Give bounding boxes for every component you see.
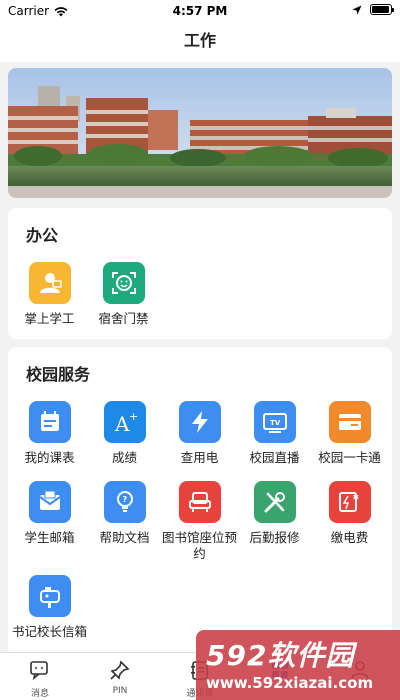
service-campus-live[interactable]: TV 校园直播 [237, 401, 312, 466]
status-right [352, 4, 394, 15]
service-label: 我的课表 [24, 450, 75, 465]
service-label: 校园一卡通 [318, 450, 381, 465]
face-scan-icon [102, 262, 145, 304]
battery-icon [370, 4, 394, 15]
tab-pin[interactable]: PIN [80, 653, 160, 700]
mailbox-icon [28, 575, 71, 617]
office-item-label: 掌上学工 [24, 311, 75, 326]
watermark-overlay: 592软件园 www.592xiazai.com [196, 630, 400, 700]
service-help-docs[interactable]: ? 帮助文档 [87, 481, 162, 546]
bulb-icon: ? [103, 481, 146, 523]
lightning-icon [178, 401, 221, 443]
card-icon [328, 401, 371, 443]
status-bar: Carrier 4:57 PM [0, 0, 400, 22]
location-arrow-icon [352, 5, 362, 14]
service-student-mail[interactable]: 学生邮箱 [12, 481, 87, 546]
office-item-label: 宿舍门禁 [98, 311, 149, 326]
service-electricity[interactable]: 查用电 [162, 401, 237, 466]
svg-text:?: ? [122, 495, 127, 504]
campus-photo [8, 68, 392, 198]
service-label: 书记校长信箱 [12, 624, 88, 639]
service-pay-electricity[interactable]: ¥ 缴电费 [312, 481, 387, 546]
service-campus-card[interactable]: 校园一卡通 [312, 401, 387, 466]
tab-label: 消息 [30, 689, 49, 699]
page-title: 工作 [183, 31, 216, 50]
office-item-dorm-access[interactable]: 宿舍门禁 [86, 262, 161, 327]
service-library-seat[interactable]: 图书馆座位预约 [162, 481, 237, 562]
status-time: 4:57 PM [172, 4, 228, 18]
service-label: 后勤报修 [249, 530, 300, 545]
service-my-schedule[interactable]: 我的课表 [12, 401, 87, 466]
watermark-url: www.592xiazai.com [206, 674, 374, 692]
pay-icon: ¥ [328, 481, 371, 523]
svg-text:A: A [114, 412, 130, 436]
office-item-student-affairs[interactable]: 掌上学工 [12, 262, 87, 327]
chat-icon [30, 661, 48, 681]
service-label: 查用电 [180, 450, 219, 465]
mail-icon [28, 481, 71, 523]
office-section: 办公 掌上学工 宿舍门禁 [8, 208, 392, 339]
nav-bar: 工作 [0, 22, 400, 62]
grade-icon: A + [103, 401, 146, 443]
service-label: 图书馆座位预约 [162, 530, 238, 561]
service-label: 缴电费 [330, 530, 369, 545]
schedule-icon [28, 401, 71, 443]
seat-icon [178, 481, 221, 523]
service-label: 成绩 [111, 450, 137, 465]
service-repair[interactable]: 后勤报修 [237, 481, 312, 546]
svg-text:TV: TV [270, 419, 281, 427]
service-label: 学生邮箱 [24, 530, 75, 545]
office-section-title: 办公 [26, 226, 59, 245]
tv-icon: TV [253, 401, 296, 443]
tools-icon [253, 481, 296, 523]
watermark-logo-text: 592软件园 [206, 639, 355, 672]
pin-icon [110, 660, 130, 680]
student-icon [28, 262, 71, 304]
tab-messages[interactable]: 消息 [0, 653, 80, 700]
tab-label: PIN [112, 686, 128, 696]
svg-text:¥: ¥ [353, 494, 359, 503]
svg-text:+: + [129, 410, 138, 423]
service-label: 帮助文档 [99, 530, 150, 545]
campus-banner-image[interactable] [8, 68, 392, 198]
campus-services-title: 校园服务 [26, 365, 91, 384]
service-grades[interactable]: A + 成绩 [87, 401, 162, 466]
service-principal-mailbox[interactable]: 书记校长信箱 [12, 575, 87, 640]
campus-services-section: 校园服务 我的课表 A + 成绩 查用电 TV 校园直播 校园一卡通 学生邮箱 … [8, 347, 392, 657]
battery-fill [372, 6, 390, 13]
service-label: 校园直播 [249, 450, 300, 465]
